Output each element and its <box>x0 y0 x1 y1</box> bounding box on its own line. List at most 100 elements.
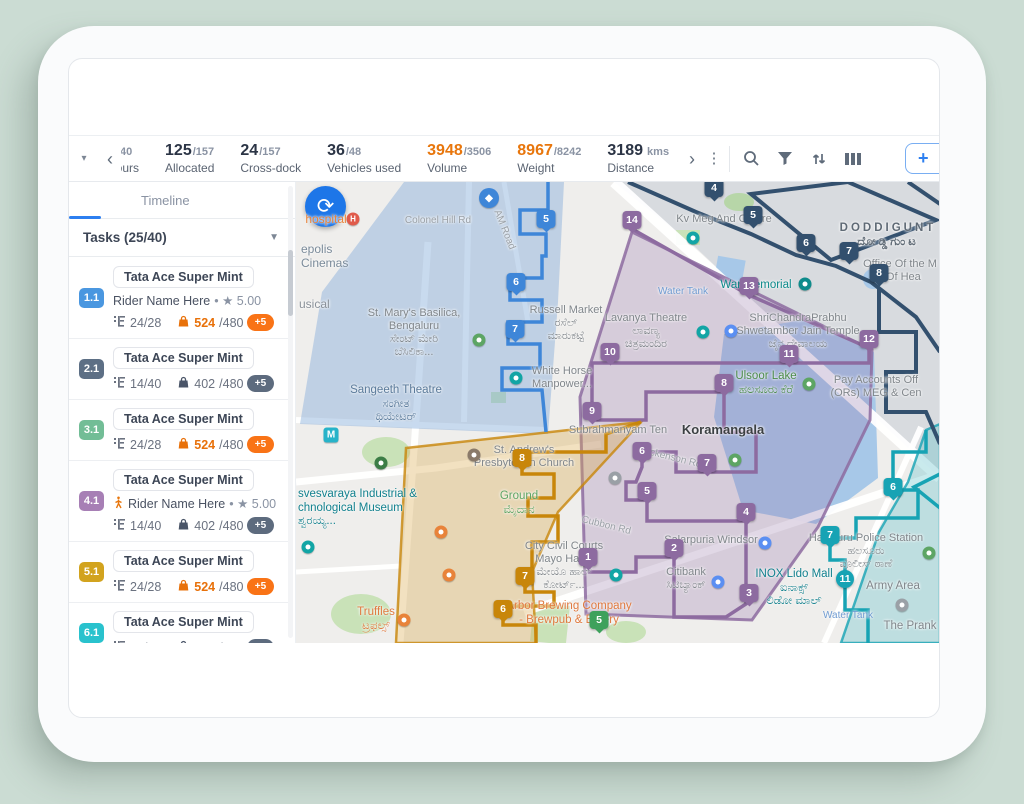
load-total: /480 <box>219 519 243 533</box>
scrollbar-thumb[interactable] <box>288 250 293 316</box>
stats-next-icon[interactable]: › <box>681 150 703 168</box>
task-card-4.1[interactable]: 4.1 Tata Ace Super MintRider Name Here• … <box>69 460 288 541</box>
white-horse-pin <box>510 372 523 385</box>
tasks-header[interactable]: Tasks (25/40) ▼ <box>69 219 295 257</box>
stops-icon <box>113 579 126 594</box>
route-stop-marker-orange-7[interactable]: 7 <box>516 567 535 585</box>
task-card-5.1[interactable]: 5.1 Tata Ace Super Mint 24/28 524/480 +5 <box>69 541 288 602</box>
stops-icon <box>113 315 126 330</box>
route-stop-marker-blue-7[interactable]: 7 <box>506 320 525 338</box>
load-value: 402 <box>194 519 215 533</box>
add-button[interactable]: + <box>905 143 940 174</box>
route-stop-marker-purple-6[interactable]: 6 <box>633 442 652 460</box>
route-stop-marker-navy-6[interactable]: 6 <box>797 234 816 252</box>
more-menu-icon[interactable]: ⋮ <box>703 151 725 166</box>
task-card-3.1[interactable]: 3.1 Tata Ace Super Mint 24/28 524/480 +5 <box>69 399 288 460</box>
route-stop-marker-orange-6[interactable]: 6 <box>494 600 513 618</box>
extra-stops-pill[interactable]: +5 <box>247 639 274 643</box>
extra-stops-pill[interactable]: +5 <box>247 436 274 453</box>
stops-value: 14/40 <box>130 519 161 533</box>
map-canvas[interactable]: ⟳ hospitalepolisCinemasusicalColonel Hil… <box>296 182 940 643</box>
load-stat: 524/480 <box>177 579 243 595</box>
kv-meg-pin <box>687 232 700 245</box>
route-badge: 2.1 <box>79 359 104 379</box>
stats-strip: 0/40 Hours125/157 Allocated24/157 Cross-… <box>121 142 681 175</box>
load-total: /480 <box>219 580 243 594</box>
route-stop-marker-purple-10[interactable]: 10 <box>601 343 620 361</box>
bag-icon <box>177 376 190 392</box>
load-total: /480 <box>219 316 243 330</box>
jain-temple-pin <box>725 325 738 338</box>
route-stop-marker-navy-4[interactable]: 4 <box>705 182 724 197</box>
vehicle-chip[interactable]: Tata Ace Super Mint <box>113 611 254 633</box>
route-stop-marker-teal-11[interactable]: 11 <box>836 570 854 588</box>
extra-stops-pill[interactable]: +5 <box>247 517 274 534</box>
sidebar-scrollbar[interactable] <box>288 186 293 638</box>
rider-row: Rider Name Here• ★ 5.00 <box>113 496 288 511</box>
stat-vehicles-used: 36/48 Vehicles used <box>327 142 401 175</box>
active-tab-indicator <box>69 216 101 219</box>
stat-hours: 0/40 Hours <box>121 142 139 175</box>
route-stop-marker-teal-7[interactable]: 7 <box>821 526 840 544</box>
route-stop-marker-purple-8[interactable]: 8 <box>715 374 734 392</box>
route-stop-marker-purple-3[interactable]: 3 <box>740 584 759 602</box>
stops-stat: 14/40 <box>113 376 161 391</box>
route-stop-marker-blue-6[interactable]: 6 <box>507 273 526 291</box>
load-stat: 402/480 <box>177 376 243 392</box>
vehicle-chip[interactable]: Tata Ace Super Mint <box>113 347 254 369</box>
route-stop-marker-navy-5[interactable]: 5 <box>744 206 763 224</box>
task-card-6.1[interactable]: 6.1 Tata Ace Super Mint 14/40 402/480 +5 <box>69 602 288 643</box>
stat-volume: 3948/3506 Volume <box>427 142 491 175</box>
route-stop-marker-purple-12[interactable]: 12 <box>860 330 879 348</box>
task-card-2.1[interactable]: 2.1 Tata Ace Super Mint 14/40 402/480 +5 <box>69 338 288 399</box>
stat-distance: 3189 kms Distance <box>607 142 669 175</box>
route-stop-marker-purple-2[interactable]: 2 <box>665 539 684 557</box>
load-stat: 524/480 <box>177 437 243 453</box>
task-card-1.1[interactable]: 1.1 Tata Ace Super MintRider Name Here• … <box>69 258 288 338</box>
route-stop-marker-purple-4[interactable]: 4 <box>737 503 756 521</box>
columns-icon[interactable] <box>836 144 870 174</box>
truffles-pin <box>398 614 411 627</box>
bag-icon <box>177 640 190 644</box>
vehicle-chip[interactable]: Tata Ace Super Mint <box>113 550 254 572</box>
route-stop-marker-navy-7[interactable]: 7 <box>840 242 859 260</box>
vehicle-chip[interactable]: Tata Ace Super Mint <box>113 469 254 491</box>
extra-stops-pill[interactable]: +5 <box>247 578 274 595</box>
stat-total: /3506 <box>464 146 492 158</box>
route-stop-marker-purple-9[interactable]: 9 <box>583 402 602 420</box>
stat-value: 3189 <box>607 142 643 159</box>
task-stats-row: 14/40 402/480 +5 <box>113 375 288 392</box>
collapse-caret-icon[interactable]: ▾ <box>69 153 99 164</box>
stops-stat: 24/28 <box>113 315 161 330</box>
route-stop-marker-purple-14[interactable]: 14 <box>623 211 642 229</box>
route-stop-marker-purple-5[interactable]: 5 <box>638 482 657 500</box>
map-refresh-button[interactable]: ⟳ <box>305 186 346 227</box>
sort-icon[interactable] <box>802 144 836 174</box>
search-icon[interactable] <box>734 144 768 174</box>
tasks-collapse-icon[interactable]: ▼ <box>269 232 279 243</box>
extra-stops-pill[interactable]: +5 <box>247 375 274 392</box>
war-memorial-pin <box>799 278 812 291</box>
route-stop-marker-orange-8[interactable]: 8 <box>513 449 532 467</box>
park-pin <box>375 457 388 470</box>
route-stop-marker-green-5[interactable]: 5 <box>590 611 609 629</box>
route-stop-marker-teal-6[interactable]: 6 <box>884 478 903 496</box>
extra-stops-pill[interactable]: +5 <box>247 314 274 331</box>
vehicle-chip[interactable]: Tata Ace Super Mint <box>113 408 254 430</box>
routes-sidebar: Timeline Tasks (25/40) ▼ 1.1 Tata Ace Su… <box>69 182 296 643</box>
tab-timeline[interactable]: Timeline <box>141 193 190 208</box>
vehicle-chip[interactable]: Tata Ace Super Mint <box>113 266 254 288</box>
route-stop-marker-purple-1[interactable]: 1 <box>579 548 598 566</box>
route-stop-marker-purple-13[interactable]: 13 <box>740 277 759 295</box>
mayo-hall-pin <box>610 569 623 582</box>
filter-icon[interactable] <box>768 144 802 174</box>
route-stop-marker-navy-8[interactable]: 8 <box>870 264 889 282</box>
route-stop-marker-blue-5[interactable]: 5 <box>537 210 556 228</box>
stat-total: /8242 <box>554 146 582 158</box>
stat-value: 125 <box>165 142 192 159</box>
stats-prev-icon[interactable]: ‹ <box>99 150 121 168</box>
route-stop-marker-purple-11[interactable]: 11 <box>780 345 799 363</box>
route-stop-marker-purple-7[interactable]: 7 <box>698 454 717 472</box>
bag-icon <box>177 315 190 331</box>
stat-label: Distance <box>607 161 669 175</box>
